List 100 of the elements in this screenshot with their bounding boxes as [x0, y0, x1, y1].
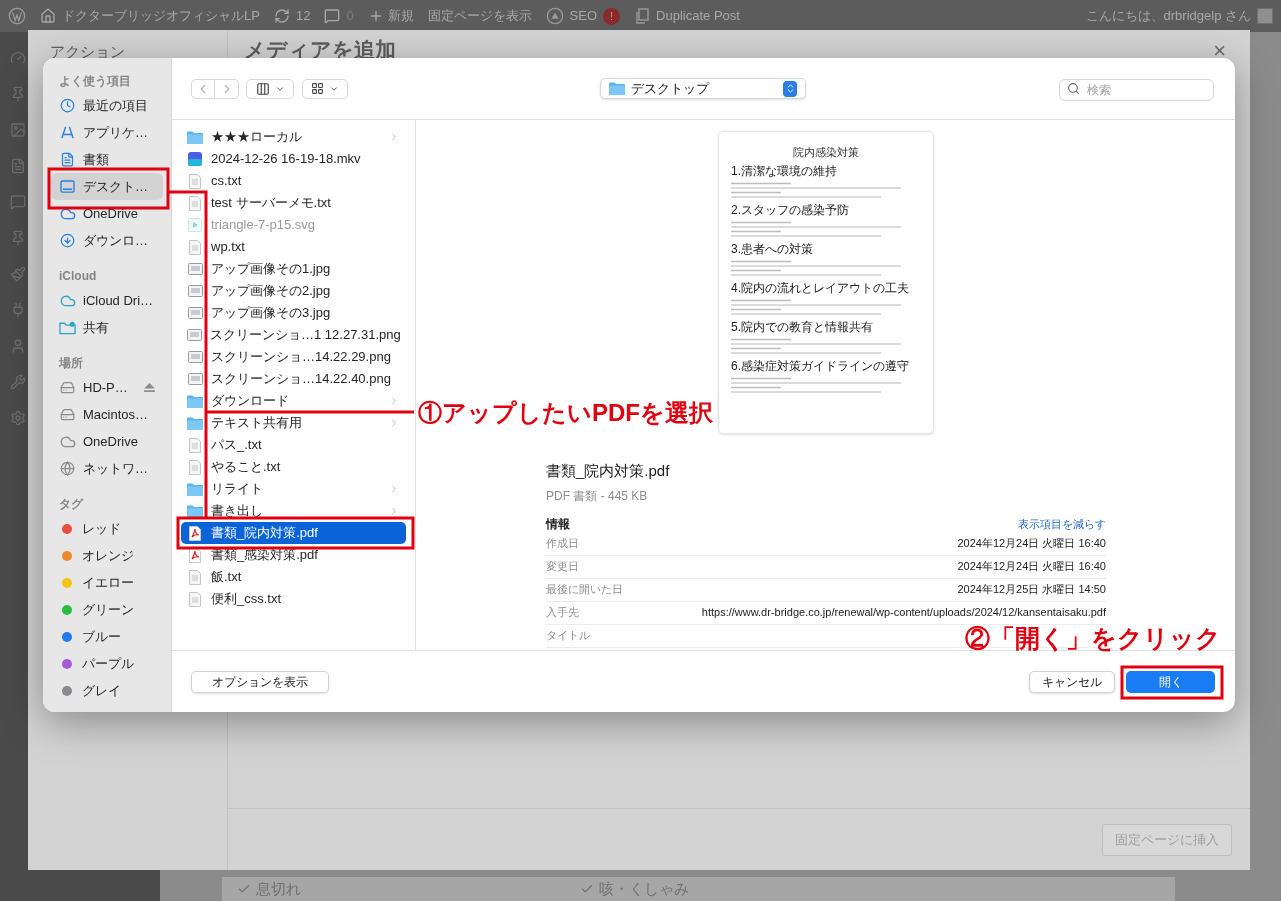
text-file-icon — [189, 173, 201, 189]
file-row[interactable]: test サーバーメモ.txt — [181, 192, 406, 214]
preview-file-type: PDF 書類 - 445 KB — [546, 487, 649, 505]
wordpress-logo-icon[interactable] — [8, 7, 26, 25]
close-button[interactable]: × — [1213, 34, 1226, 67]
sidebar-item[interactable]: 最近の項目 — [51, 92, 163, 119]
document-heading: 6.感染症対策ガイドラインの遵守 — [731, 358, 910, 374]
grid-view-button[interactable] — [302, 78, 348, 99]
file-row[interactable]: テキスト共有用 — [181, 412, 406, 434]
file-row[interactable]: ★★★ローカル — [181, 126, 406, 148]
seo-badge: ! — [603, 7, 621, 25]
file-row[interactable]: ダウンロード — [181, 390, 406, 412]
open-button[interactable]: 開く — [1126, 670, 1215, 693]
sidebar-item[interactable]: 共有 — [51, 314, 163, 341]
check-icon — [580, 882, 594, 896]
shared-folder-icon — [59, 320, 76, 335]
file-row[interactable]: アップ画像その3.jpg — [181, 302, 406, 324]
info-label: 変更日 — [546, 559, 579, 575]
document-heading: 3.患者への対策 — [731, 241, 814, 257]
sidebar-item[interactable]: HD-P… — [51, 374, 163, 401]
sidebar-section-heading: 場所 — [57, 355, 84, 372]
sidebar-item[interactable]: ネットワ… — [51, 455, 163, 482]
check-icon — [237, 882, 251, 896]
file-row[interactable]: 飯.txt — [181, 566, 406, 588]
pdf-file-icon — [189, 525, 201, 541]
file-row[interactable]: アップ画像その1.jpg — [181, 258, 406, 280]
sidebar-item[interactable]: グレイ — [51, 677, 163, 704]
sidebar-item[interactable]: iCloud Dri… — [51, 287, 163, 314]
show-options-button[interactable]: オプションを表示 — [191, 670, 329, 693]
info-label: 入手先 — [546, 605, 579, 621]
sidebar-item[interactable]: デスクト… — [51, 173, 163, 200]
file-row[interactable]: スクリーンショ…14.22.40.png — [181, 368, 406, 390]
image-file-icon — [187, 329, 202, 341]
back-button[interactable] — [191, 78, 215, 99]
document-icon — [60, 152, 75, 167]
file-row[interactable]: やること.txt — [181, 456, 406, 478]
location-popup[interactable]: デスクトップ — [600, 78, 806, 99]
sidebar-item[interactable]: イエロー — [51, 569, 163, 596]
image-file-icon — [187, 307, 203, 319]
file-row[interactable]: 書類_感染対策.pdf — [181, 544, 406, 566]
sidebar-item[interactable]: レッド — [51, 515, 163, 542]
column-view-button[interactable] — [246, 78, 294, 99]
forward-button[interactable] — [215, 78, 239, 99]
folder-icon — [187, 416, 203, 430]
document-heading: 4.院内の流れとレイアウトの工夫 — [731, 280, 910, 296]
folder-icon — [609, 82, 625, 95]
sidebar-item[interactable]: OneDrive — [51, 428, 163, 455]
folder-icon — [187, 130, 203, 144]
file-row[interactable]: リライト — [181, 478, 406, 500]
apps-icon — [60, 125, 75, 140]
pdf-file-icon — [189, 547, 201, 563]
copy-icon — [634, 8, 651, 24]
info-label: タイトル — [546, 628, 590, 644]
show-less-link[interactable]: 表示項目を減らす — [1018, 516, 1106, 533]
columns-icon — [255, 81, 270, 96]
sidebar-item[interactable]: OneDrive — [51, 200, 163, 227]
sidebar-item[interactable]: アプリケ… — [51, 119, 163, 146]
sidebar-item[interactable]: ダウンロ… — [51, 227, 163, 254]
file-row[interactable]: スクリーンショ…1 12.27.31.png — [181, 324, 406, 346]
search-field[interactable]: 検索 — [1059, 78, 1214, 101]
sidebar-item[interactable]: 書類 — [51, 146, 163, 173]
home-icon — [40, 8, 56, 24]
image-file-icon — [187, 351, 203, 363]
file-row[interactable]: スクリーンショ…14.22.29.png — [181, 346, 406, 368]
image-file-icon — [187, 263, 203, 275]
preview-file-name: 書類_院内対策.pdf — [546, 461, 671, 481]
sidebar-section-heading: iCloud — [58, 268, 98, 285]
sidebar-item[interactable]: Macintos… — [51, 401, 163, 428]
document-heading: 1.清潔な環境の維持 — [731, 163, 838, 179]
file-row[interactable]: 書類_院内対策.pdf — [181, 522, 406, 544]
desktop-icon — [60, 180, 75, 193]
file-row[interactable]: 書き出し — [181, 500, 406, 522]
video-file-icon — [188, 152, 202, 166]
comment-icon — [324, 8, 341, 24]
document-heading: 2.スタッフの感染予防 — [731, 202, 850, 218]
file-row[interactable]: アップ画像その2.jpg — [181, 280, 406, 302]
file-row[interactable]: パス_.txt — [181, 434, 406, 456]
file-row[interactable]: wp.txt — [181, 236, 406, 258]
text-file-icon — [189, 239, 201, 255]
sidebar-item[interactable]: グリーン — [51, 596, 163, 623]
image-file-icon — [187, 373, 203, 385]
sidebar-item[interactable]: ブルー — [51, 623, 163, 650]
drive-icon — [60, 407, 75, 422]
annotation-text: ②「開く」をクリック — [965, 623, 1221, 654]
document-heading: 5.院内での教育と情報共有 — [731, 319, 874, 335]
file-row[interactable]: 2024-12-26 16-19-18.mkv — [181, 148, 406, 170]
file-row[interactable]: cs.txt — [181, 170, 406, 192]
file-row[interactable]: 便利_css.txt — [181, 588, 406, 610]
cancel-button[interactable]: キャンセル — [1029, 670, 1115, 693]
info-label: 作成日 — [546, 536, 579, 552]
image-file-icon — [187, 285, 203, 297]
folder-icon — [187, 504, 203, 518]
sidebar-item[interactable]: パープル — [51, 650, 163, 677]
sidebar-item[interactable]: オレンジ — [51, 542, 163, 569]
download-icon — [60, 233, 75, 248]
eject-icon[interactable] — [144, 383, 155, 392]
text-file-icon — [189, 459, 201, 475]
info-value: 2024年12月24日 火曜日 16:40 — [957, 536, 1106, 552]
info-value: https://www.dr-bridge.co.jp/renewal/wp-content/uploads/2024/12/kansentaisaku.pdf — [701, 605, 1106, 621]
avatar[interactable] — [1257, 8, 1273, 24]
